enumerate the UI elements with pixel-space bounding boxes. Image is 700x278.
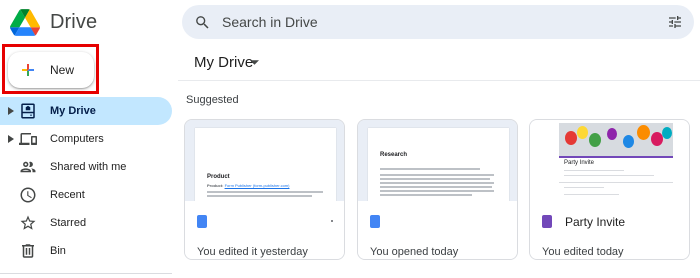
- search-options-icon[interactable]: [667, 14, 683, 30]
- sidebar-item-my-drive[interactable]: My Drive: [0, 97, 172, 125]
- docs-file-icon: [370, 215, 380, 228]
- file-thumbnail: Research: [358, 120, 517, 201]
- suggested-file-card[interactable]: Research You opened today: [357, 119, 518, 260]
- form-line: [564, 170, 624, 171]
- star-icon: [20, 215, 36, 230]
- file-name: Party Invite: [565, 215, 626, 229]
- text-line: [380, 194, 472, 196]
- text-line: [380, 182, 494, 184]
- my-drive-icon: [21, 103, 35, 119]
- expand-caret-icon[interactable]: [8, 107, 14, 115]
- document-preview: Research: [368, 128, 509, 201]
- sidebar-item-label: Starred: [50, 217, 87, 229]
- new-button[interactable]: New: [8, 52, 94, 88]
- search-bar[interactable]: [182, 5, 694, 39]
- preview-title: Product: [207, 174, 230, 180]
- text-line: [380, 186, 492, 188]
- preview-title: Research: [380, 152, 408, 158]
- more-options-icon[interactable]: [331, 220, 333, 222]
- computers-icon: [19, 133, 37, 145]
- shared-icon: [20, 161, 36, 173]
- clock-icon: [20, 187, 36, 203]
- sidebar-item-bin[interactable]: Bin: [0, 237, 172, 265]
- text-line: [380, 168, 480, 170]
- suggested-file-card[interactable]: Product Product: Form Publisher (form-pu…: [184, 119, 345, 260]
- sidebar-nav: My Drive Computers Shared with me Recent…: [0, 97, 172, 265]
- trash-icon: [22, 244, 34, 258]
- search-input[interactable]: [222, 5, 622, 39]
- file-info: You edited it yesterday: [185, 201, 344, 259]
- document-preview: Product Product: Form Publisher (form-pu…: [195, 128, 336, 201]
- text-line: [380, 174, 494, 176]
- file-thumbnail: Product Product: Form Publisher (form-pu…: [185, 120, 344, 201]
- suggested-file-card[interactable]: Party Invite Party Invite You edited tod…: [529, 119, 690, 260]
- form-header-bar: [559, 156, 673, 158]
- search-icon[interactable]: [194, 14, 211, 31]
- sidebar-item-label: My Drive: [50, 105, 96, 117]
- text-line: [207, 195, 312, 197]
- drive-logo[interactable]: Drive: [10, 9, 97, 36]
- file-activity: You edited today: [542, 246, 624, 258]
- section-heading-suggested: Suggested: [186, 94, 239, 106]
- file-activity: You edited it yesterday: [197, 246, 308, 258]
- sidebar-item-label: Bin: [50, 245, 66, 257]
- sidebar-item-starred[interactable]: Starred: [0, 209, 172, 237]
- form-line: [559, 182, 673, 183]
- expand-caret-icon[interactable]: [8, 135, 14, 143]
- preview-link: Form Publisher (form-publisher.com): [224, 183, 290, 188]
- form-line: [564, 175, 654, 176]
- sidebar-item-computers[interactable]: Computers: [0, 125, 172, 153]
- file-info: Party Invite You edited today: [530, 201, 689, 259]
- file-activity: You opened today: [370, 246, 459, 258]
- forms-file-icon: [542, 215, 552, 228]
- sidebar-item-label: Computers: [50, 133, 104, 145]
- preview-title: Party Invite: [564, 160, 595, 166]
- sidebar-item-recent[interactable]: Recent: [0, 181, 172, 209]
- file-info: You opened today: [358, 201, 517, 259]
- header-divider: [178, 80, 700, 81]
- sidebar-item-label: Shared with me: [50, 161, 127, 173]
- drive-logo-icon: [10, 9, 40, 36]
- sidebar-item-shared-with-me[interactable]: Shared with me: [0, 153, 172, 181]
- chevron-down-icon[interactable]: [250, 60, 259, 66]
- text-line: [380, 190, 494, 192]
- plus-icon: [22, 64, 34, 76]
- preview-subtitle-label: Product:: [207, 183, 225, 188]
- new-button-label: New: [50, 63, 75, 77]
- file-thumbnail: Party Invite: [530, 120, 689, 201]
- sidebar-divider: [0, 273, 172, 274]
- sidebar-item-label: Recent: [50, 189, 85, 201]
- app-name: Drive: [50, 11, 98, 33]
- form-line: [564, 194, 619, 195]
- preview-subtitle: Product: Form Publisher (form-publisher.…: [207, 183, 289, 188]
- form-line: [564, 187, 604, 188]
- balloons-banner-image: [559, 123, 673, 156]
- text-line: [380, 178, 490, 180]
- page-title[interactable]: My Drive: [194, 54, 253, 71]
- text-line: [207, 191, 323, 193]
- docs-file-icon: [197, 215, 207, 228]
